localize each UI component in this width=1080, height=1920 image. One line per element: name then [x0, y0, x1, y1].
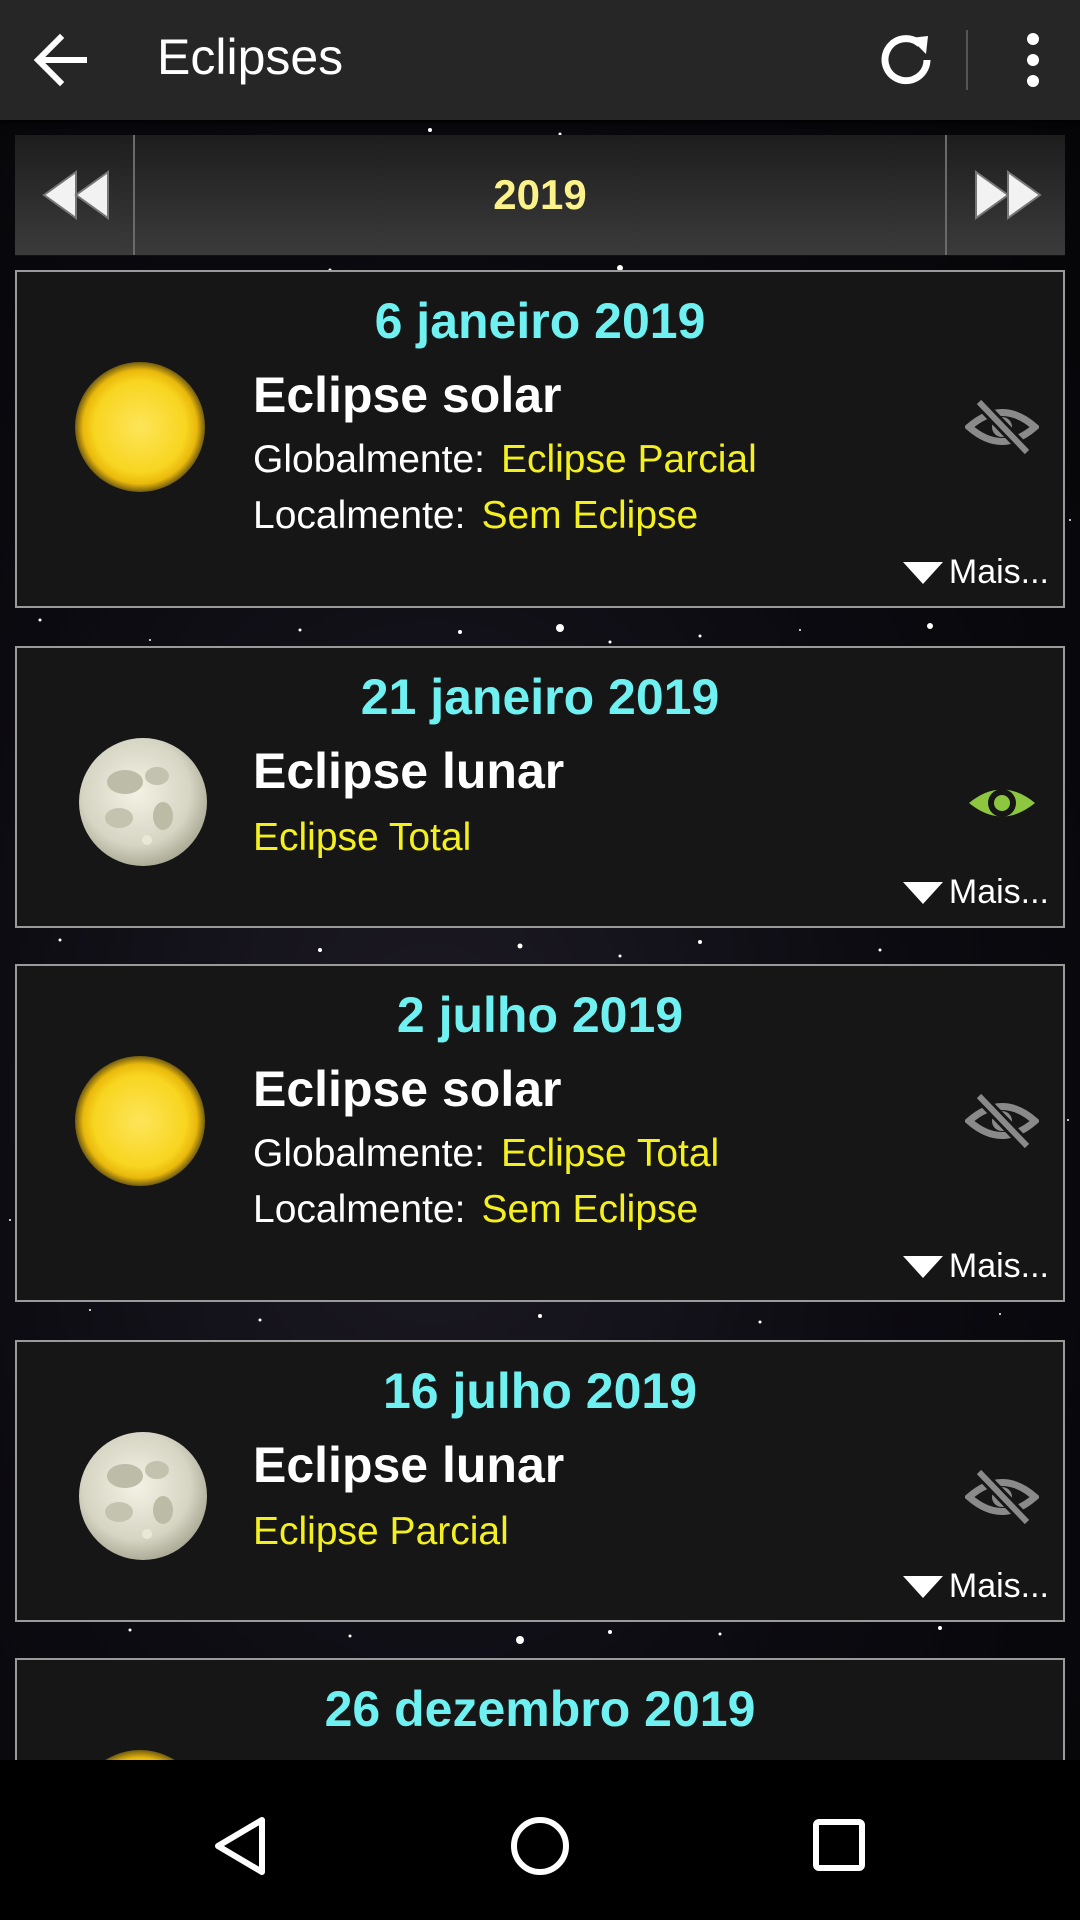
- moon-icon: [79, 738, 207, 866]
- more-label: Mais...: [948, 1567, 1049, 1605]
- eclipse-type: Eclipse Total: [253, 816, 471, 860]
- more-details-button[interactable]: Mais...: [901, 1247, 1049, 1286]
- more-label: Mais...: [948, 1247, 1049, 1285]
- local-value: Sem Eclipse: [481, 494, 699, 537]
- nav-home-icon: [511, 1817, 569, 1875]
- eclipse-list-area[interactable]: 2019 6 janeiro 2019 Eclipse solar Global…: [0, 120, 1080, 1760]
- eclipse-card[interactable]: 26 dezembro 2019: [15, 1658, 1065, 1760]
- global-value: Eclipse Parcial: [500, 438, 757, 481]
- fast-rewind-icon: [42, 170, 109, 220]
- sun-icon: [75, 1750, 205, 1760]
- eclipse-date: 26 dezembro 2019: [324, 1681, 756, 1737]
- local-value: Sem Eclipse: [481, 1188, 699, 1231]
- more-options-button[interactable]: [1005, 24, 1061, 96]
- eclipse-date: 6 janeiro 2019: [374, 293, 706, 349]
- previous-year-button[interactable]: [15, 135, 135, 255]
- more-details-button[interactable]: Mais...: [901, 1567, 1049, 1606]
- sun-icon: [75, 1056, 205, 1186]
- more-details-button[interactable]: Mais...: [901, 553, 1049, 592]
- triangle-down-icon: [902, 1255, 943, 1278]
- back-button[interactable]: [24, 24, 104, 96]
- more-label: Mais...: [948, 873, 1049, 911]
- eclipse-date: 21 janeiro 2019: [360, 669, 720, 725]
- eclipse-card[interactable]: 16 julho 2019 Eclipse lunar Eclipse Parc…: [15, 1340, 1065, 1622]
- global-row: Globalmente: Eclipse Parcial: [253, 438, 757, 482]
- eclipse-type: Eclipse Parcial: [253, 1510, 509, 1554]
- eclipse-title: Eclipse solar: [253, 1061, 562, 1117]
- eye-off-icon[interactable]: [965, 390, 1039, 464]
- eclipse-type-value: Eclipse Total: [253, 816, 472, 859]
- nav-recents-button[interactable]: [800, 1806, 880, 1886]
- eclipse-title: Eclipse solar: [253, 367, 562, 423]
- toolbar-divider: [966, 30, 968, 90]
- year-selector: 2019: [15, 135, 1065, 256]
- eclipse-title: Eclipse lunar: [253, 1437, 565, 1493]
- sun-icon: [75, 362, 205, 492]
- year-label: 2019: [493, 171, 587, 218]
- triangle-down-icon: [902, 881, 943, 904]
- nav-recents-icon: [813, 1819, 865, 1871]
- moon-icon: [79, 1432, 207, 1560]
- arrow-left-icon: [33, 33, 87, 87]
- local-row: Localmente: Sem Eclipse: [253, 494, 698, 538]
- triangle-down-icon: [902, 561, 943, 584]
- global-row: Globalmente: Eclipse Total: [253, 1132, 719, 1176]
- page-title: Eclipses: [157, 29, 344, 85]
- system-navigation-bar: [0, 1760, 1080, 1920]
- more-details-button[interactable]: Mais...: [901, 873, 1049, 912]
- eclipse-date: 2 julho 2019: [396, 987, 684, 1043]
- eye-icon[interactable]: [965, 766, 1039, 840]
- eclipse-card[interactable]: 2 julho 2019 Eclipse solar Globalmente: E…: [15, 964, 1065, 1302]
- eclipse-date: 16 julho 2019: [382, 1363, 698, 1419]
- next-year-button[interactable]: [945, 135, 1065, 255]
- refresh-button[interactable]: [870, 24, 942, 96]
- nav-back-icon: [215, 1817, 265, 1875]
- more-label: Mais...: [948, 553, 1049, 591]
- eclipse-title: Eclipse lunar: [253, 743, 565, 799]
- local-label: Localmente:: [253, 1188, 466, 1231]
- eclipse-card[interactable]: 21 janeiro 2019 Eclipse lunar Eclipse To…: [15, 646, 1065, 928]
- global-value: Eclipse Total: [500, 1132, 720, 1175]
- global-label: Globalmente:: [253, 1132, 485, 1175]
- fast-forward-icon: [975, 170, 1042, 220]
- app-toolbar: Eclipses: [0, 0, 1080, 120]
- eye-off-icon[interactable]: [965, 1460, 1039, 1534]
- refresh-icon: [881, 35, 931, 85]
- global-label: Globalmente:: [253, 438, 485, 481]
- local-row: Localmente: Sem Eclipse: [253, 1188, 698, 1232]
- local-label: Localmente:: [253, 494, 466, 537]
- eye-off-icon[interactable]: [965, 1084, 1039, 1158]
- triangle-down-icon: [902, 1575, 943, 1598]
- more-vertical-icon: [1027, 33, 1039, 87]
- eclipse-type-value: Eclipse Parcial: [253, 1510, 509, 1553]
- eclipse-card[interactable]: 6 janeiro 2019 Eclipse solar Globalmente…: [15, 270, 1065, 608]
- nav-home-button[interactable]: [500, 1806, 580, 1886]
- nav-back-button[interactable]: [200, 1806, 280, 1886]
